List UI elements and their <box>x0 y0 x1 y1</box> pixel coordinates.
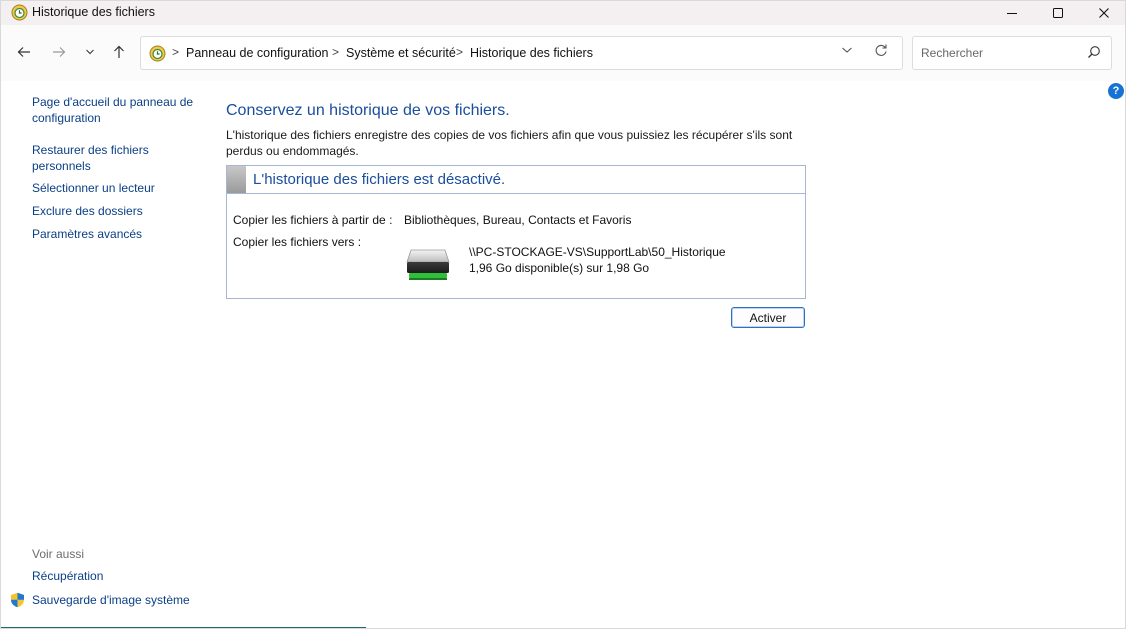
breadcrumb-separator: > <box>172 45 180 59</box>
see-also-link-recovery[interactable]: Récupération <box>32 569 103 585</box>
close-button[interactable] <box>1081 1 1125 25</box>
title-bar: Historique des fichiers <box>1 1 1125 25</box>
page-description: L'historique des fichiers enregistre des… <box>226 128 793 158</box>
see-also-heading: Voir aussi <box>32 547 85 561</box>
minimize-button[interactable] <box>989 1 1035 25</box>
file-history-icon <box>11 4 28 21</box>
window-title: Historique des fichiers <box>32 5 155 19</box>
close-icon <box>1099 8 1109 18</box>
sidebar-link-advanced-settings[interactable]: Paramètres avancés <box>32 227 142 243</box>
status-indicator <box>227 166 246 193</box>
drive-path: \\PC-STOCKAGE-VS\SupportLab\50_Historiqu… <box>469 245 726 259</box>
status-text: L'historique des fichiers est désactivé. <box>253 171 506 188</box>
navigation-bar: > Panneau de configuration > Système et … <box>1 25 1125 81</box>
breadcrumb-system-security[interactable]: Système et sécurité <box>346 46 456 60</box>
breadcrumb-control-panel[interactable]: Panneau de configuration <box>186 46 328 60</box>
chevron-down-icon <box>86 49 94 55</box>
see-also-link-system-image-backup[interactable]: Sauvegarde d'image système <box>32 593 190 609</box>
sidebar-link-select-drive[interactable]: Sélectionner un lecteur <box>32 181 155 197</box>
file-history-status-panel: L'historique des fichiers est désactivé.… <box>226 165 806 299</box>
status-header: L'historique des fichiers est désactivé. <box>227 166 805 194</box>
copy-from-value: Bibliothèques, Bureau, Contacts et Favor… <box>404 213 632 227</box>
forward-button[interactable] <box>48 41 70 63</box>
forward-arrow-icon <box>53 47 66 57</box>
back-arrow-icon <box>17 47 30 57</box>
help-icon[interactable]: ? <box>1108 83 1124 99</box>
breadcrumb-separator: > <box>332 45 340 59</box>
up-button[interactable] <box>108 41 130 63</box>
page-title: Conservez un historique de vos fichiers. <box>226 102 510 119</box>
up-arrow-icon <box>114 45 124 58</box>
file-history-window: Historique des fichiers > Panneau de con… <box>0 0 1126 629</box>
address-dropdown-button[interactable] <box>841 44 853 58</box>
sidebar-link-restore-files[interactable]: Restaurer des fichiers personnels <box>32 143 162 174</box>
minimize-icon <box>1007 13 1017 14</box>
recent-locations-button[interactable] <box>79 41 101 63</box>
activate-button[interactable]: Activer <box>731 307 805 328</box>
search-input[interactable] <box>921 44 1081 62</box>
breadcrumb-separator: > <box>456 45 464 59</box>
sidebar-link-exclude-folders[interactable]: Exclure des dossiers <box>32 204 143 220</box>
breadcrumb-file-history[interactable]: Historique des fichiers <box>470 46 593 60</box>
search-box[interactable] <box>912 36 1112 70</box>
chevron-down-icon <box>842 47 852 53</box>
copy-to-label: Copier les fichiers vers : <box>233 235 362 249</box>
refresh-button[interactable] <box>874 43 888 61</box>
copy-from-label: Copier les fichiers à partir de : <box>233 213 393 227</box>
maximize-icon <box>1053 8 1063 18</box>
address-bar[interactable]: > Panneau de configuration > Système et … <box>140 36 903 70</box>
maximize-button[interactable] <box>1035 1 1081 25</box>
sidebar-link-control-panel-home[interactable]: Page d'accueil du panneau de configurati… <box>32 95 207 126</box>
network-drive-icon <box>406 249 450 280</box>
refresh-icon <box>875 44 887 56</box>
drive-space: 1,96 Go disponible(s) sur 1,98 Go <box>469 261 650 275</box>
control-panel-icon <box>149 45 166 62</box>
search-icon[interactable] <box>1087 45 1101 59</box>
back-button[interactable] <box>13 41 35 63</box>
uac-shield-icon <box>11 592 24 608</box>
